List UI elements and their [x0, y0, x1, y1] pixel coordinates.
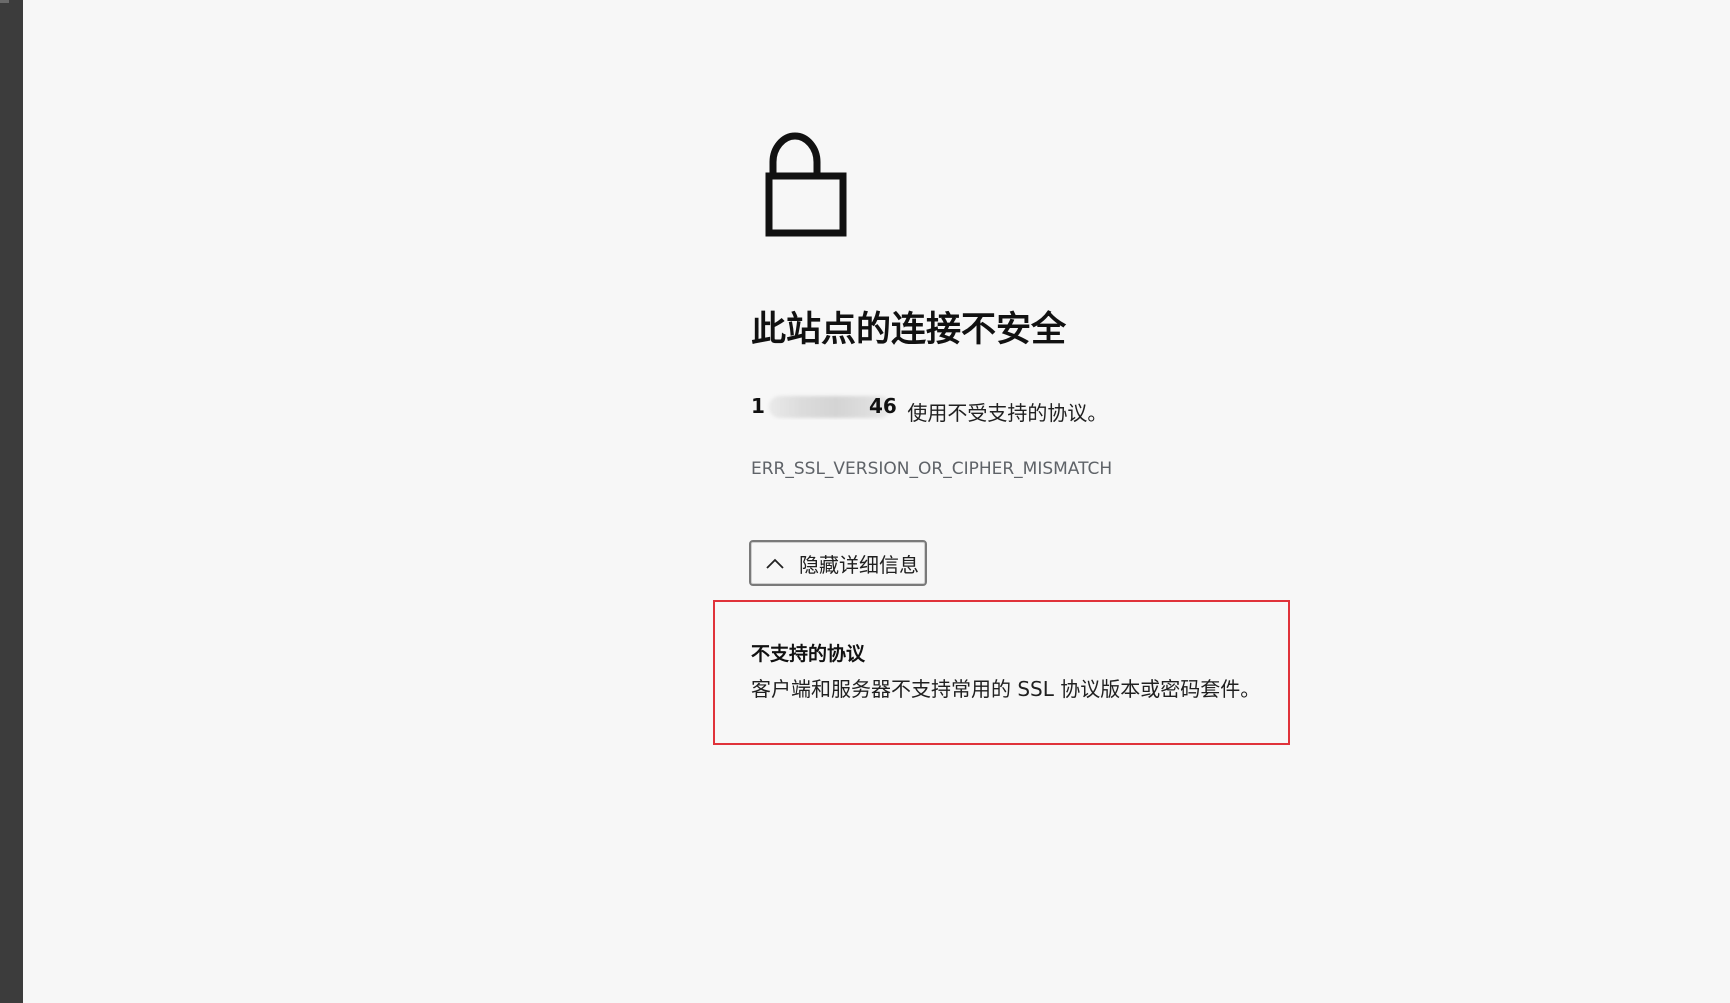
left-window-edge: [0, 0, 23, 1003]
error-message: 1 46 使用不受支持的协议。: [751, 392, 1107, 427]
unlocked-padlock-icon: [765, 132, 847, 237]
error-code: ERR_SSL_VERSION_OR_CIPHER_MISMATCH: [751, 459, 1113, 479]
host-suffix: 46: [869, 394, 897, 418]
page-title: 此站点的连接不安全: [751, 310, 1067, 350]
details-title: 不支持的协议: [751, 643, 866, 665]
message-text: 使用不受支持的协议。: [901, 401, 1108, 425]
hide-details-button[interactable]: 隐藏详细信息: [749, 540, 927, 586]
details-panel-highlight: 不支持的协议 客户端和服务器不支持常用的 SSL 协议版本或密码套件。: [713, 600, 1290, 745]
window-edge-notch: [0, 0, 9, 3]
hide-details-label: 隐藏详细信息: [799, 552, 919, 577]
chevron-up-icon: [766, 558, 784, 569]
details-text: 客户端和服务器不支持常用的 SSL 协议版本或密码套件。: [751, 677, 1261, 701]
redacted-host-address: 1 46: [751, 392, 901, 420]
host-prefix: 1: [751, 394, 765, 418]
